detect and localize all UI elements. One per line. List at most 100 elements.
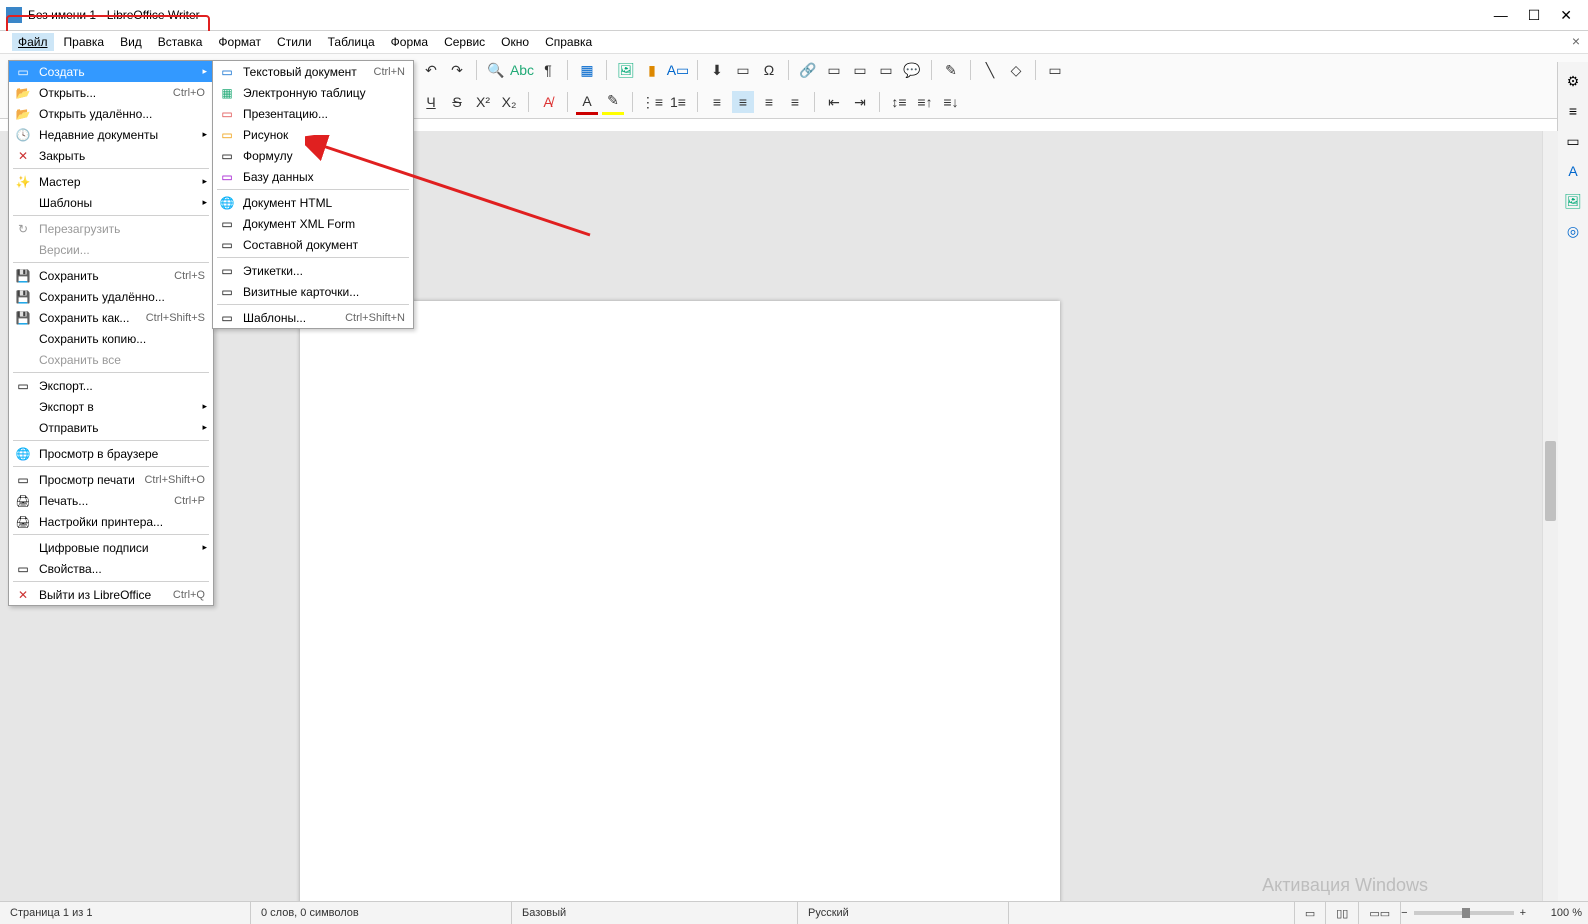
draw-icon[interactable]: ▭ bbox=[1044, 59, 1066, 81]
zoom-slider[interactable]: − + 100 % bbox=[1401, 907, 1588, 919]
submenu-html[interactable]: 🌐Документ HTML bbox=[213, 192, 413, 213]
indent-dec-icon[interactable]: ⇤ bbox=[823, 91, 845, 113]
numbering-icon[interactable]: 1≡ bbox=[667, 91, 689, 113]
menu-insert[interactable]: Вставка bbox=[152, 33, 209, 51]
menu-item-create[interactable]: ▭Создать▸ bbox=[9, 61, 213, 82]
linespacing-icon[interactable]: ↕≡ bbox=[888, 91, 910, 113]
menu-item-print[interactable]: 🖨Печать...Ctrl+P bbox=[9, 490, 213, 511]
align-center-icon[interactable]: ≡ bbox=[732, 91, 754, 113]
menu-item-browser-preview[interactable]: 🌐Просмотр в браузере bbox=[9, 443, 213, 464]
indent-inc-icon[interactable]: ⇥ bbox=[849, 91, 871, 113]
menu-form[interactable]: Форма bbox=[385, 33, 434, 51]
menu-item-send[interactable]: Отправить▸ bbox=[9, 417, 213, 438]
crossref-icon[interactable]: ▭ bbox=[875, 59, 897, 81]
submenu-master-doc[interactable]: ▭Составной документ bbox=[213, 234, 413, 255]
paraspacing-inc-icon[interactable]: ≡↑ bbox=[914, 91, 936, 113]
clear-format-icon[interactable]: A̸ bbox=[537, 91, 559, 113]
menu-item-properties[interactable]: ▭Свойства... bbox=[9, 558, 213, 579]
menu-item-save-remote[interactable]: 💾Сохранить удалённо... bbox=[9, 286, 213, 307]
bookmark-icon[interactable]: ▭ bbox=[849, 59, 871, 81]
align-justify-icon[interactable]: ≡ bbox=[784, 91, 806, 113]
menu-item-print-preview[interactable]: ▭Просмотр печатиCtrl+Shift+O bbox=[9, 469, 213, 490]
status-style[interactable]: Базовый bbox=[512, 902, 798, 924]
image-icon[interactable]: 🖼 bbox=[615, 59, 637, 81]
zoom-value[interactable]: 100 % bbox=[1532, 907, 1582, 919]
menu-window[interactable]: Окно bbox=[495, 33, 535, 51]
menu-table[interactable]: Таблица bbox=[322, 33, 381, 51]
vertical-scrollbar[interactable] bbox=[1542, 131, 1558, 902]
zoom-out-icon[interactable]: − bbox=[1401, 907, 1407, 919]
field-icon[interactable]: ▭ bbox=[732, 59, 754, 81]
submenu-labels[interactable]: ▭Этикетки... bbox=[213, 260, 413, 281]
align-left-icon[interactable]: ≡ bbox=[706, 91, 728, 113]
submenu-formula[interactable]: ▭Формулу bbox=[213, 145, 413, 166]
font-color-icon[interactable]: A bbox=[576, 90, 598, 115]
symbol-icon[interactable]: Ω bbox=[758, 59, 780, 81]
menu-item-open[interactable]: 📂Открыть...Ctrl+O bbox=[9, 82, 213, 103]
paraspacing-dec-icon[interactable]: ≡↓ bbox=[940, 91, 962, 113]
line-icon[interactable]: ╲ bbox=[979, 59, 1001, 81]
close-button[interactable]: ✕ bbox=[1560, 7, 1572, 24]
menu-edit[interactable]: Правка bbox=[58, 33, 111, 51]
document-page[interactable] bbox=[300, 301, 1060, 902]
formatting-marks-icon[interactable]: ¶ bbox=[537, 59, 559, 81]
underline-icon[interactable]: Ч bbox=[420, 91, 442, 113]
menu-tools[interactable]: Сервис bbox=[438, 33, 491, 51]
menu-item-digital-sig[interactable]: Цифровые подписи▸ bbox=[9, 537, 213, 558]
textbox-icon[interactable]: A▭ bbox=[667, 59, 689, 81]
table-icon[interactable]: ▦ bbox=[576, 59, 598, 81]
submenu-text-document[interactable]: ▭Текстовый документCtrl+N bbox=[213, 61, 413, 82]
undo-icon[interactable]: ↶ bbox=[420, 59, 442, 81]
comment-icon[interactable]: 💬 bbox=[901, 59, 923, 81]
find-icon[interactable]: 🔍 bbox=[485, 59, 507, 81]
menu-item-save[interactable]: 💾СохранитьCtrl+S bbox=[9, 265, 213, 286]
status-insert-mode[interactable] bbox=[1009, 902, 1295, 924]
menu-item-wizard[interactable]: ✨Мастер▸ bbox=[9, 171, 213, 192]
submenu-xml-form[interactable]: ▭Документ XML Form bbox=[213, 213, 413, 234]
sidebar-settings-icon[interactable]: ⚙ bbox=[1562, 70, 1584, 92]
bullets-icon[interactable]: ⋮≡ bbox=[641, 91, 663, 113]
close-document-button[interactable]: × bbox=[1572, 33, 1580, 49]
sidebar-navigator-icon[interactable]: ◎ bbox=[1562, 220, 1584, 242]
menu-item-export-to[interactable]: Экспорт в▸ bbox=[9, 396, 213, 417]
spellcheck-icon[interactable]: Abc bbox=[511, 59, 533, 81]
menu-styles[interactable]: Стили bbox=[271, 33, 318, 51]
status-page[interactable]: Страница 1 из 1 bbox=[0, 902, 251, 924]
sidebar-page-icon[interactable]: ▭ bbox=[1562, 130, 1584, 152]
zoom-in-icon[interactable]: + bbox=[1520, 907, 1526, 919]
menu-item-save-as[interactable]: 💾Сохранить как...Ctrl+Shift+S bbox=[9, 307, 213, 328]
submenu-database[interactable]: ▭Базу данных bbox=[213, 166, 413, 187]
align-right-icon[interactable]: ≡ bbox=[758, 91, 780, 113]
menu-item-exit[interactable]: ✕Выйти из LibreOfficeCtrl+Q bbox=[9, 584, 213, 605]
status-view-multi[interactable]: ▯▯ bbox=[1326, 902, 1359, 924]
menu-item-close[interactable]: ✕Закрыть bbox=[9, 145, 213, 166]
minimize-button[interactable]: — bbox=[1494, 7, 1508, 24]
strike-icon[interactable]: S bbox=[446, 91, 468, 113]
submenu-presentation[interactable]: ▭Презентацию... bbox=[213, 103, 413, 124]
trackchanges-icon[interactable]: ✎ bbox=[940, 59, 962, 81]
pagebreak-icon[interactable]: ⬇ bbox=[706, 59, 728, 81]
status-view-book[interactable]: ▭▭ bbox=[1359, 902, 1401, 924]
menu-help[interactable]: Справка bbox=[539, 33, 598, 51]
redo-icon[interactable]: ↷ bbox=[446, 59, 468, 81]
chart-icon[interactable]: ▮ bbox=[641, 59, 663, 81]
menu-file[interactable]: Файл bbox=[12, 33, 54, 51]
status-language[interactable]: Русский bbox=[798, 902, 1009, 924]
menu-format[interactable]: Формат bbox=[212, 33, 267, 51]
subscript-icon[interactable]: X₂ bbox=[498, 91, 520, 113]
highlight-icon[interactable]: ✎ bbox=[602, 90, 624, 115]
status-view-single[interactable]: ▭ bbox=[1295, 902, 1326, 924]
menu-item-recent[interactable]: 🕓Недавние документы▸ bbox=[9, 124, 213, 145]
menu-item-export[interactable]: ▭Экспорт... bbox=[9, 375, 213, 396]
submenu-templates[interactable]: ▭Шаблоны...Ctrl+Shift+N bbox=[213, 307, 413, 328]
sidebar-properties-icon[interactable]: ≡ bbox=[1562, 100, 1584, 122]
hyperlink-icon[interactable]: 🔗 bbox=[797, 59, 819, 81]
scrollbar-thumb[interactable] bbox=[1545, 441, 1556, 521]
menu-view[interactable]: Вид bbox=[114, 33, 148, 51]
footnote-icon[interactable]: ▭ bbox=[823, 59, 845, 81]
menu-item-open-remote[interactable]: 📂Открыть удалённо... bbox=[9, 103, 213, 124]
submenu-spreadsheet[interactable]: ▦Электронную таблицу bbox=[213, 82, 413, 103]
submenu-bizcards[interactable]: ▭Визитные карточки... bbox=[213, 281, 413, 302]
status-word-count[interactable]: 0 слов, 0 символов bbox=[251, 902, 512, 924]
shapes-icon[interactable]: ◇ bbox=[1005, 59, 1027, 81]
